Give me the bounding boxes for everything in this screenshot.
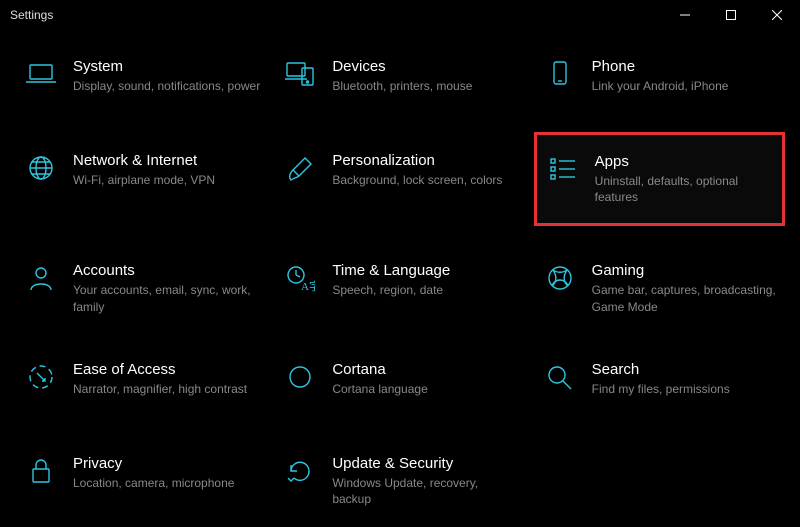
- tile-desc: Bluetooth, printers, mouse: [332, 78, 519, 94]
- tile-title: Gaming: [592, 262, 779, 279]
- tile-title: Ease of Access: [73, 361, 260, 378]
- tile-system[interactable]: System Display, sound, notifications, pow…: [15, 48, 266, 116]
- tile-time[interactable]: Time & Language Speech, region, date: [274, 252, 525, 324]
- tile-title: Apps: [595, 153, 776, 170]
- tile-phone[interactable]: Phone Link your Android, iPhone: [534, 48, 785, 116]
- minimize-button[interactable]: [662, 0, 708, 30]
- tile-text: System Display, sound, notifications, pow…: [61, 58, 260, 94]
- tile-title: Cortana: [332, 361, 519, 378]
- tile-desc: Find my files, permissions: [592, 381, 779, 397]
- minimize-icon: [680, 10, 690, 20]
- tile-title: Phone: [592, 58, 779, 75]
- cortana-icon: [280, 361, 320, 391]
- tile-text: Cortana Cortana language: [320, 361, 519, 397]
- tile-personalization[interactable]: Personalization Background, lock screen, …: [274, 142, 525, 226]
- tile-text: Phone Link your Android, iPhone: [580, 58, 779, 94]
- paintbrush-icon: [280, 152, 320, 182]
- tile-text: Personalization Background, lock screen, …: [320, 152, 519, 188]
- tile-title: System: [73, 58, 260, 75]
- devices-icon: [280, 58, 320, 88]
- tile-desc: Narrator, magnifier, high contrast: [73, 381, 260, 397]
- close-icon: [772, 10, 782, 20]
- time-language-icon: [280, 262, 320, 292]
- tile-update[interactable]: Update & Security Windows Update, recover…: [274, 445, 525, 517]
- tile-desc: Display, sound, notifications, power: [73, 78, 260, 94]
- tile-desc: Game bar, captures, broadcasting, Game M…: [592, 282, 779, 314]
- tile-ease[interactable]: Ease of Access Narrator, magnifier, high …: [15, 351, 266, 419]
- phone-icon: [540, 58, 580, 88]
- tile-text: Update & Security Windows Update, recover…: [320, 455, 519, 507]
- tile-devices[interactable]: Devices Bluetooth, printers, mouse: [274, 48, 525, 116]
- tile-text: Gaming Game bar, captures, broadcasting, …: [580, 262, 779, 314]
- globe-icon: [21, 152, 61, 182]
- tile-privacy[interactable]: Privacy Location, camera, microphone: [15, 445, 266, 517]
- tile-cortana[interactable]: Cortana Cortana language: [274, 351, 525, 419]
- tile-text: Privacy Location, camera, microphone: [61, 455, 260, 491]
- tile-text: Time & Language Speech, region, date: [320, 262, 519, 298]
- tile-desc: Cortana language: [332, 381, 519, 397]
- maximize-button[interactable]: [708, 0, 754, 30]
- update-icon: [280, 455, 320, 485]
- tile-desc: Your accounts, email, sync, work, family: [73, 282, 260, 314]
- tile-gaming[interactable]: Gaming Game bar, captures, broadcasting, …: [534, 252, 785, 324]
- tile-title: Time & Language: [332, 262, 519, 279]
- person-icon: [21, 262, 61, 292]
- tile-apps[interactable]: Apps Uninstall, defaults, optional featur…: [534, 132, 785, 226]
- tile-title: Search: [592, 361, 779, 378]
- tile-network[interactable]: Network & Internet Wi-Fi, airplane mode, …: [15, 142, 266, 226]
- tile-text: Accounts Your accounts, email, sync, work…: [61, 262, 260, 314]
- tile-desc: Background, lock screen, colors: [332, 172, 519, 188]
- window-controls: [662, 0, 800, 30]
- xbox-icon: [540, 262, 580, 292]
- tile-title: Accounts: [73, 262, 260, 279]
- tile-desc: Windows Update, recovery, backup: [332, 475, 519, 507]
- lock-icon: [21, 455, 61, 485]
- laptop-icon: [21, 58, 61, 88]
- ease-access-icon: [21, 361, 61, 391]
- tile-desc: Location, camera, microphone: [73, 475, 260, 491]
- close-button[interactable]: [754, 0, 800, 30]
- tile-search[interactable]: Search Find my files, permissions: [534, 351, 785, 419]
- tile-title: Devices: [332, 58, 519, 75]
- titlebar: Settings: [0, 0, 800, 30]
- tile-text: Ease of Access Narrator, magnifier, high …: [61, 361, 260, 397]
- tile-text: Network & Internet Wi-Fi, airplane mode, …: [61, 152, 260, 188]
- window-title: Settings: [10, 8, 53, 22]
- apps-list-icon: [543, 153, 583, 183]
- tile-title: Network & Internet: [73, 152, 260, 169]
- tile-accounts[interactable]: Accounts Your accounts, email, sync, work…: [15, 252, 266, 324]
- tile-text: Devices Bluetooth, printers, mouse: [320, 58, 519, 94]
- tile-desc: Uninstall, defaults, optional features: [595, 173, 776, 205]
- settings-grid: System Display, sound, notifications, pow…: [0, 30, 800, 527]
- tile-title: Update & Security: [332, 455, 519, 472]
- search-icon: [540, 361, 580, 391]
- maximize-icon: [726, 10, 736, 20]
- tile-desc: Speech, region, date: [332, 282, 519, 298]
- tile-text: Apps Uninstall, defaults, optional featur…: [583, 153, 776, 205]
- tile-title: Privacy: [73, 455, 260, 472]
- tile-text: Search Find my files, permissions: [580, 361, 779, 397]
- tile-desc: Link your Android, iPhone: [592, 78, 779, 94]
- tile-desc: Wi-Fi, airplane mode, VPN: [73, 172, 260, 188]
- tile-title: Personalization: [332, 152, 519, 169]
